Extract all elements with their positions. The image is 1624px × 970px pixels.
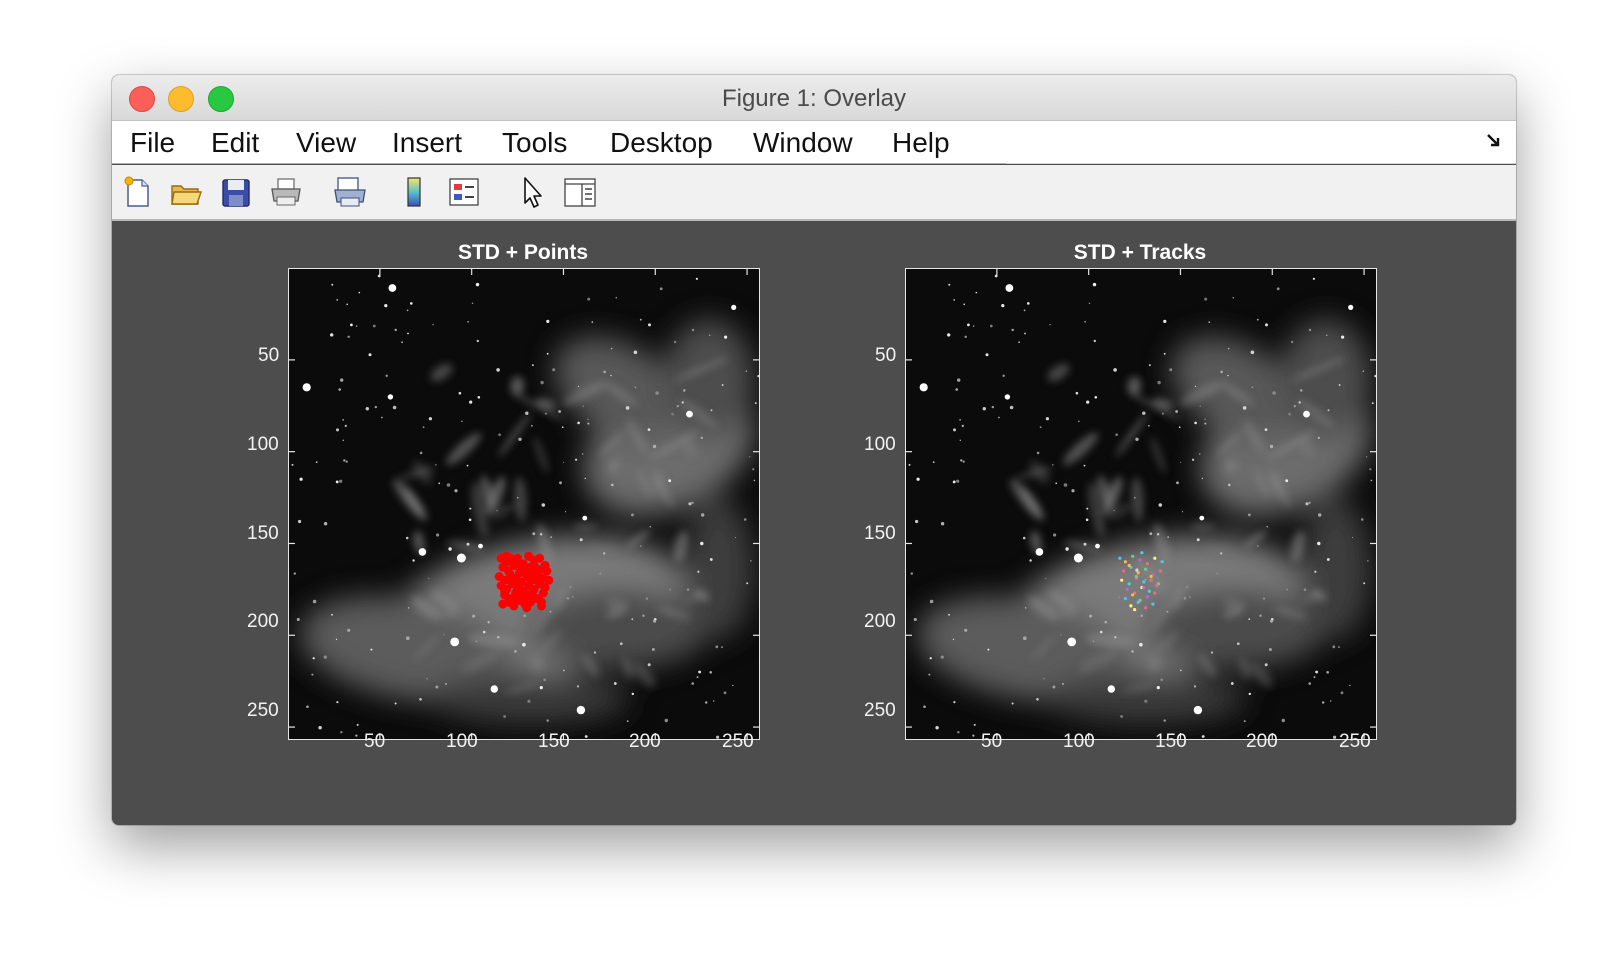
track-marker [1134, 574, 1138, 579]
track-marker [1133, 608, 1137, 612]
save-icon[interactable] [218, 174, 254, 210]
new-file-icon[interactable] [120, 174, 156, 210]
track-marker [1145, 562, 1149, 566]
ytick-label: 50 [258, 345, 280, 366]
track-marker [1136, 600, 1140, 604]
track-marker [1142, 580, 1146, 584]
point-marker [538, 588, 548, 598]
menu-window[interactable]: Window [753, 127, 853, 159]
track-marker [1160, 560, 1164, 564]
track-marker [1122, 569, 1126, 573]
axes-left[interactable] [288, 268, 760, 740]
ytick-label: 100 [864, 434, 896, 455]
point-marker [524, 590, 534, 600]
figure-window: Figure 1: Overlay File Edit View Insert … [112, 75, 1516, 825]
menu-bar: File Edit View Insert Tools Desktop Wind… [112, 121, 1516, 164]
xtick-label: 50 [364, 731, 386, 752]
print-icon[interactable] [268, 174, 304, 210]
point-marker [500, 586, 510, 596]
ytick-label: 100 [247, 434, 279, 455]
menu-divider-light [1006, 163, 1516, 164]
menu-insert[interactable]: Insert [392, 127, 462, 159]
xtick-label: 50 [981, 731, 1003, 752]
track-marker [1138, 558, 1142, 562]
xtick-label: 200 [629, 731, 661, 752]
track-marker [1149, 574, 1153, 579]
track-marker [1131, 554, 1135, 558]
track-marker [1129, 604, 1133, 608]
point-marker [522, 603, 532, 613]
window-title: Figure 1: Overlay [721, 85, 907, 112]
ytick-label: 50 [875, 345, 897, 366]
figure-canvas: STD + Points 50 100 150 200 250 50 100 1… [112, 221, 1516, 825]
point-marker [536, 597, 546, 607]
legend-icon[interactable] [446, 174, 482, 210]
menu-edit[interactable]: Edit [211, 127, 259, 159]
track-marker [1125, 587, 1129, 591]
track-marker [1127, 582, 1131, 586]
track-marker [1120, 578, 1124, 582]
point-marker [505, 553, 515, 563]
axes-title-right: STD + Tracks [1073, 241, 1207, 264]
xtick-label: 250 [722, 731, 754, 752]
track-marker [1151, 602, 1155, 606]
axes-title-left: STD + Points [457, 241, 589, 264]
ytick-label: 200 [247, 611, 279, 632]
track-marker [1155, 584, 1159, 588]
ytick-label: 250 [247, 700, 279, 721]
xtick-label: 200 [1246, 731, 1278, 752]
point-marker [511, 594, 521, 604]
track-marker [1123, 597, 1127, 601]
track-marker [1147, 589, 1151, 593]
xtick-label: 100 [446, 731, 478, 752]
xtick-label: 100 [1063, 731, 1095, 752]
track-marker [1131, 593, 1135, 597]
xtick-label: 150 [538, 731, 570, 752]
menu-divider [112, 163, 1006, 164]
ytick-label: 150 [864, 523, 896, 544]
property-inspector-icon[interactable] [562, 174, 598, 210]
ytick-label: 150 [247, 523, 279, 544]
print-preview-icon[interactable] [332, 174, 368, 210]
image-display [289, 269, 759, 739]
point-marker [514, 581, 524, 591]
point-marker [535, 553, 545, 563]
menu-help[interactable]: Help [892, 127, 950, 159]
ytick-label: 250 [864, 700, 896, 721]
track-marker [1158, 569, 1162, 573]
track-marker [1144, 567, 1148, 571]
open-folder-icon[interactable] [168, 174, 204, 210]
undock-arrow-icon[interactable] [1486, 133, 1502, 149]
image-display [906, 269, 1376, 739]
title-bar[interactable]: Figure 1: Overlay [112, 75, 1516, 121]
axes-right[interactable] [905, 268, 1377, 740]
point-marker [516, 561, 526, 570]
point-marker [525, 573, 535, 583]
track-marker [1118, 556, 1122, 560]
pointer-icon[interactable] [514, 174, 550, 210]
menu-desktop[interactable]: Desktop [610, 127, 713, 159]
menu-file[interactable]: File [130, 127, 175, 159]
track-marker [1127, 563, 1131, 568]
menu-tools[interactable]: Tools [502, 127, 567, 159]
track-marker [1153, 556, 1157, 560]
track-marker [1145, 595, 1149, 599]
point-marker [507, 575, 517, 585]
track-marker [1153, 591, 1157, 595]
track-marker [1136, 571, 1140, 575]
track-marker [1144, 606, 1148, 610]
menu-view[interactable]: View [296, 127, 356, 159]
xtick-label: 150 [1155, 731, 1187, 752]
track-marker [1123, 560, 1127, 564]
track-marker [1142, 585, 1146, 590]
toolbar [112, 165, 1516, 221]
colorbar-icon[interactable] [396, 174, 432, 210]
track-marker [1149, 578, 1153, 582]
ytick-label: 200 [864, 611, 896, 632]
track-marker [1140, 551, 1144, 555]
xtick-label: 250 [1339, 731, 1371, 752]
